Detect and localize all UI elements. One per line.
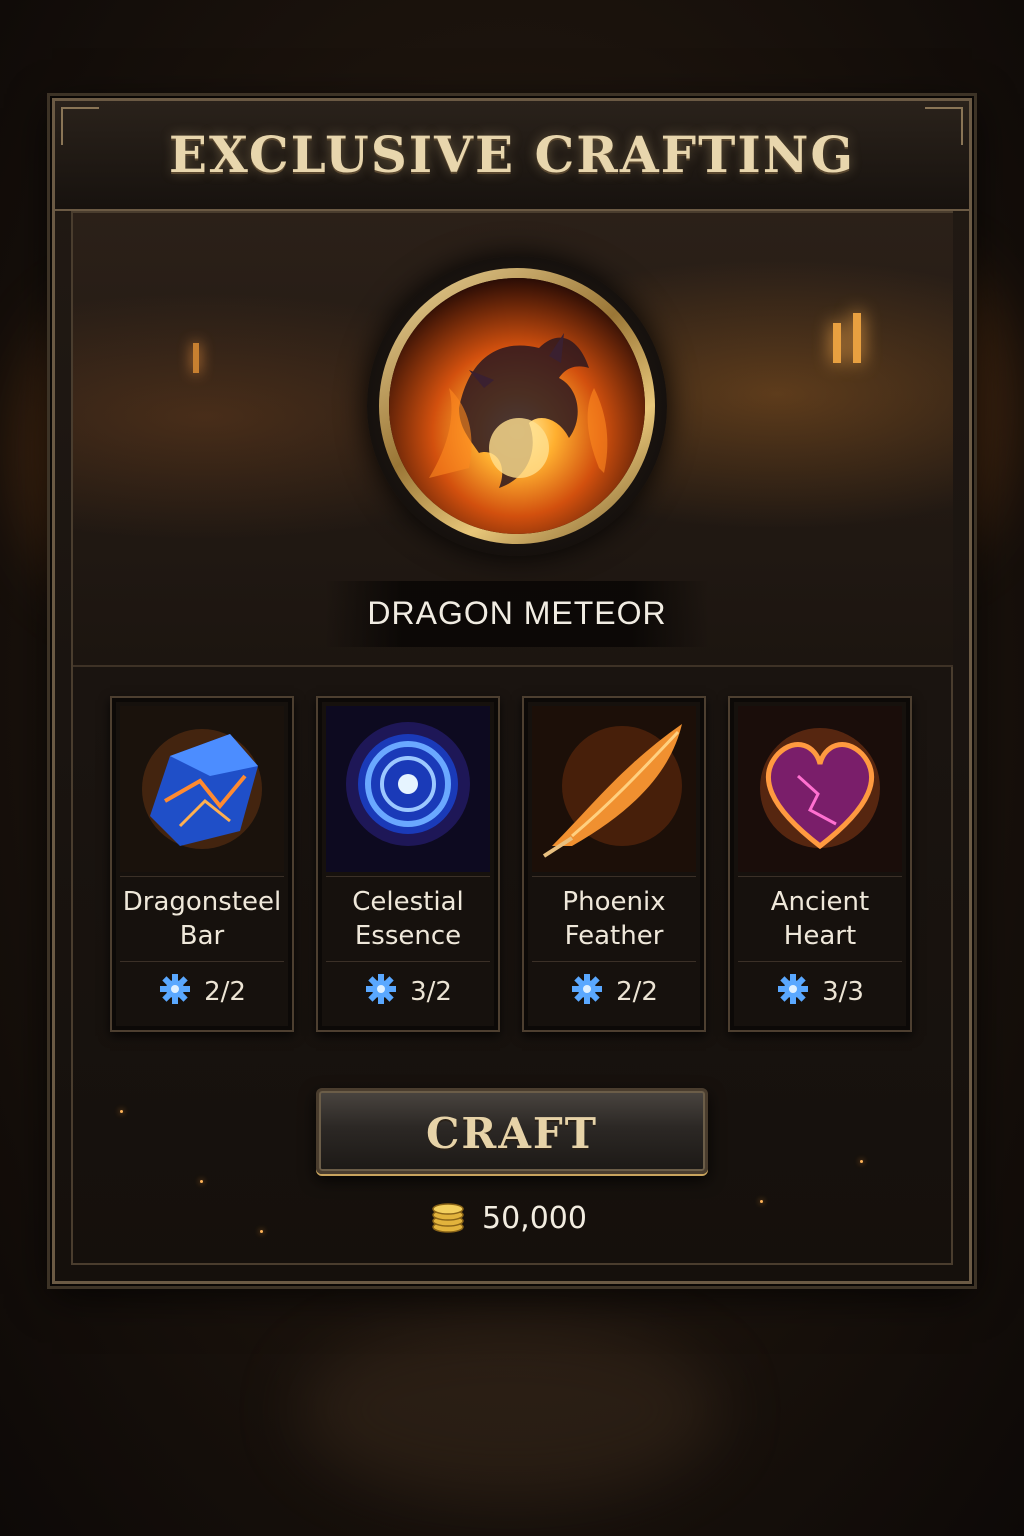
dragonsteel-crystal-icon bbox=[120, 706, 284, 872]
material-name: Phoenix Feather bbox=[532, 876, 696, 962]
ember-particle bbox=[760, 1200, 763, 1203]
craft-cost: 50,000 bbox=[430, 1196, 587, 1240]
candle-decoration bbox=[193, 343, 199, 373]
candle-decoration bbox=[833, 323, 841, 363]
candle-decoration bbox=[853, 313, 861, 363]
craft-button-label: CRAFT bbox=[426, 1109, 598, 1158]
material-count-row: 3/2 bbox=[326, 964, 490, 1020]
gear-icon bbox=[570, 972, 604, 1013]
medallion-ring bbox=[379, 268, 655, 544]
material-quantity: 2/2 bbox=[616, 977, 658, 1007]
material-card-ancient-heart[interactable]: Ancient Heart 3/3 bbox=[728, 696, 912, 1032]
material-quantity: 3/2 bbox=[410, 977, 452, 1007]
material-card-dragonsteel-bar[interactable]: Dragonsteel Bar 2/2 bbox=[110, 696, 294, 1032]
material-count-row: 3/3 bbox=[738, 964, 902, 1020]
gear-icon bbox=[364, 972, 398, 1013]
ancient-heart-icon bbox=[738, 706, 902, 872]
ember-particle bbox=[200, 1180, 203, 1183]
phoenix-feather-icon bbox=[532, 706, 696, 872]
material-quantity: 2/2 bbox=[204, 977, 246, 1007]
material-name: Celestial Essence bbox=[326, 876, 490, 962]
result-name-bar: DRAGON METEOR bbox=[325, 581, 709, 647]
dragon-fire-icon bbox=[389, 278, 645, 534]
ember-particle bbox=[260, 1230, 263, 1233]
ember-particle bbox=[120, 1110, 123, 1113]
material-name: Dragonsteel Bar bbox=[120, 876, 284, 962]
material-count-row: 2/2 bbox=[532, 964, 696, 1020]
material-count-row: 2/2 bbox=[120, 964, 284, 1020]
material-card-phoenix-feather[interactable]: Phoenix Feather 2/2 bbox=[522, 696, 706, 1032]
ember-particle bbox=[860, 1160, 863, 1163]
page-title: EXCLUSIVE CRAFTING bbox=[168, 125, 856, 184]
title-bar: EXCLUSIVE CRAFTING bbox=[55, 101, 969, 211]
gear-icon bbox=[158, 972, 192, 1013]
gear-icon bbox=[776, 972, 810, 1013]
gold-coins-icon bbox=[430, 1199, 466, 1237]
material-quantity: 3/3 bbox=[822, 977, 864, 1007]
craft-cost-value: 50,000 bbox=[482, 1200, 587, 1236]
material-name: Ancient Heart bbox=[738, 876, 902, 962]
celestial-orb-icon bbox=[326, 706, 490, 872]
background-glow bbox=[300, 1320, 720, 1500]
result-item-name: DRAGON METEOR bbox=[367, 595, 667, 631]
craft-button[interactable]: CRAFT bbox=[316, 1088, 708, 1174]
material-card-celestial-essence[interactable]: Celestial Essence 3/2 bbox=[316, 696, 500, 1032]
result-medallion bbox=[367, 256, 667, 556]
